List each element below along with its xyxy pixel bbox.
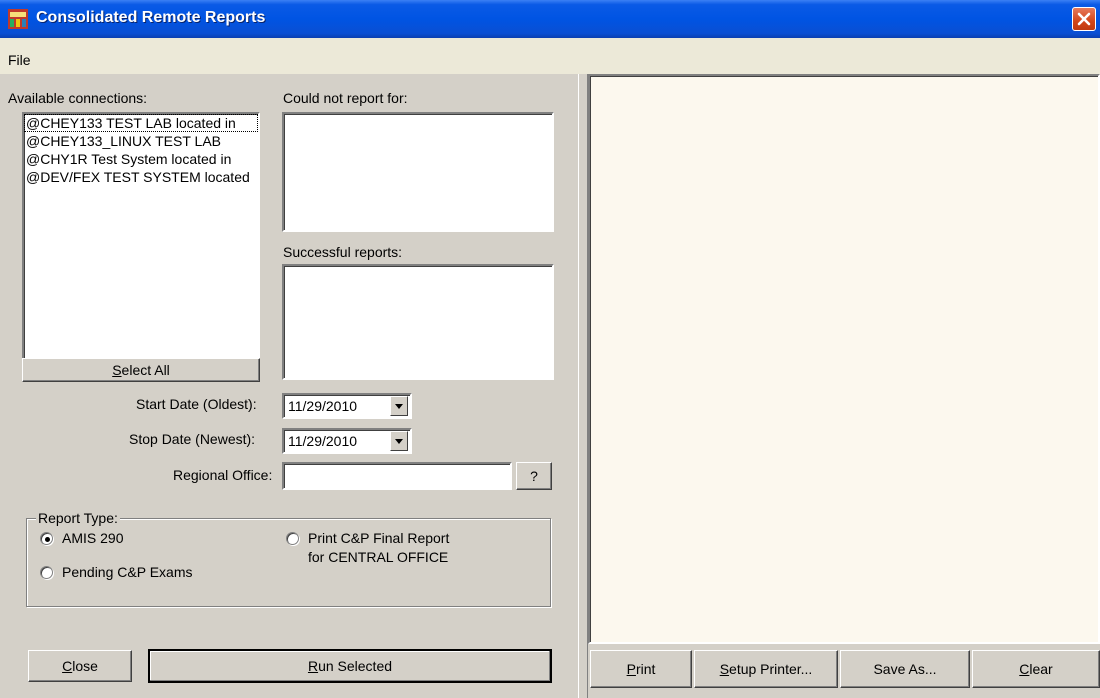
list-item[interactable]: @DEV/FEX TEST SYSTEM located xyxy=(24,168,258,186)
stop-date-picker[interactable]: 11/29/2010 xyxy=(282,428,412,454)
setup-printer-label: Setup Printer... xyxy=(719,661,813,677)
radio-label-line2: for CENTRAL OFFICE xyxy=(308,549,449,565)
radio-label: Pending C&P Exams xyxy=(62,564,193,580)
available-connections-label: Available connections: xyxy=(8,90,148,106)
radio-label: AMIS 290 xyxy=(62,530,124,546)
close-icon xyxy=(1077,12,1091,26)
start-date-dropdown-button[interactable] xyxy=(390,396,408,416)
chevron-down-icon xyxy=(395,403,403,409)
radio-selected-dot xyxy=(45,537,50,542)
clear-button[interactable]: Clear xyxy=(972,650,1100,688)
regional-office-lookup-button[interactable]: ? xyxy=(516,462,552,490)
window-title: Consolidated Remote Reports xyxy=(36,9,266,26)
successful-reports-label: Successful reports: xyxy=(283,244,403,260)
start-date-picker[interactable]: 11/29/2010 xyxy=(282,393,412,419)
report-output-area[interactable] xyxy=(588,74,1100,644)
select-all-label: Select All xyxy=(112,362,170,378)
menu-file[interactable]: File xyxy=(8,52,31,68)
clear-label: Clear xyxy=(1019,661,1053,677)
report-type-label: Report Type: xyxy=(36,510,120,526)
stop-date-label: Stop Date (Newest): xyxy=(129,431,256,447)
regional-office-label: Regional Office: xyxy=(173,467,273,483)
print-button[interactable]: Print xyxy=(590,650,692,688)
select-all-button[interactable]: Select All xyxy=(22,358,260,382)
list-item[interactable]: @CHEY133_LINUX TEST LAB xyxy=(24,132,258,150)
close-button[interactable]: Close xyxy=(28,650,132,682)
chevron-down-icon xyxy=(395,438,403,444)
radio-label: Print C&P Final Report xyxy=(308,530,450,546)
successful-reports-list[interactable] xyxy=(282,264,554,380)
run-selected-label: Run Selected xyxy=(307,658,393,674)
stop-date-dropdown-button[interactable] xyxy=(390,431,408,451)
regional-office-input[interactable] xyxy=(282,462,512,490)
save-as-label: Save As... xyxy=(873,661,937,677)
radio-print-final-report[interactable]: Print C&P Final Report for CENTRAL OFFIC… xyxy=(286,529,486,569)
close-label: Close xyxy=(62,658,98,674)
print-label: Print xyxy=(626,661,656,677)
start-date-label: Start Date (Oldest): xyxy=(136,396,257,412)
lookup-label: ? xyxy=(530,468,538,484)
stop-date-value: 11/29/2010 xyxy=(288,433,358,449)
close-window-button[interactable] xyxy=(1072,7,1096,31)
setup-printer-button[interactable]: Setup Printer... xyxy=(694,650,838,688)
radio-button[interactable] xyxy=(40,566,53,579)
radio-button[interactable] xyxy=(40,532,53,545)
radio-amis-290[interactable]: AMIS 290 xyxy=(40,529,180,547)
splitter[interactable] xyxy=(578,74,588,698)
available-connections-list[interactable]: @CHEY133 TEST LAB located in @CHEY133_LI… xyxy=(22,112,260,360)
menu-bar xyxy=(0,38,1100,74)
list-item[interactable]: @CHY1R Test System located in xyxy=(24,150,258,168)
start-date-value: 11/29/2010 xyxy=(288,398,358,414)
radio-button[interactable] xyxy=(286,532,299,545)
list-item[interactable]: @CHEY133 TEST LAB located in xyxy=(24,114,258,132)
app-icon xyxy=(8,9,28,29)
could-not-report-label: Could not report for: xyxy=(283,90,408,106)
could-not-report-list[interactable] xyxy=(282,112,554,232)
run-selected-button[interactable]: Run Selected xyxy=(148,649,552,683)
save-as-button[interactable]: Save As... xyxy=(840,650,970,688)
radio-pending-cp-exams[interactable]: Pending C&P Exams xyxy=(40,563,220,581)
